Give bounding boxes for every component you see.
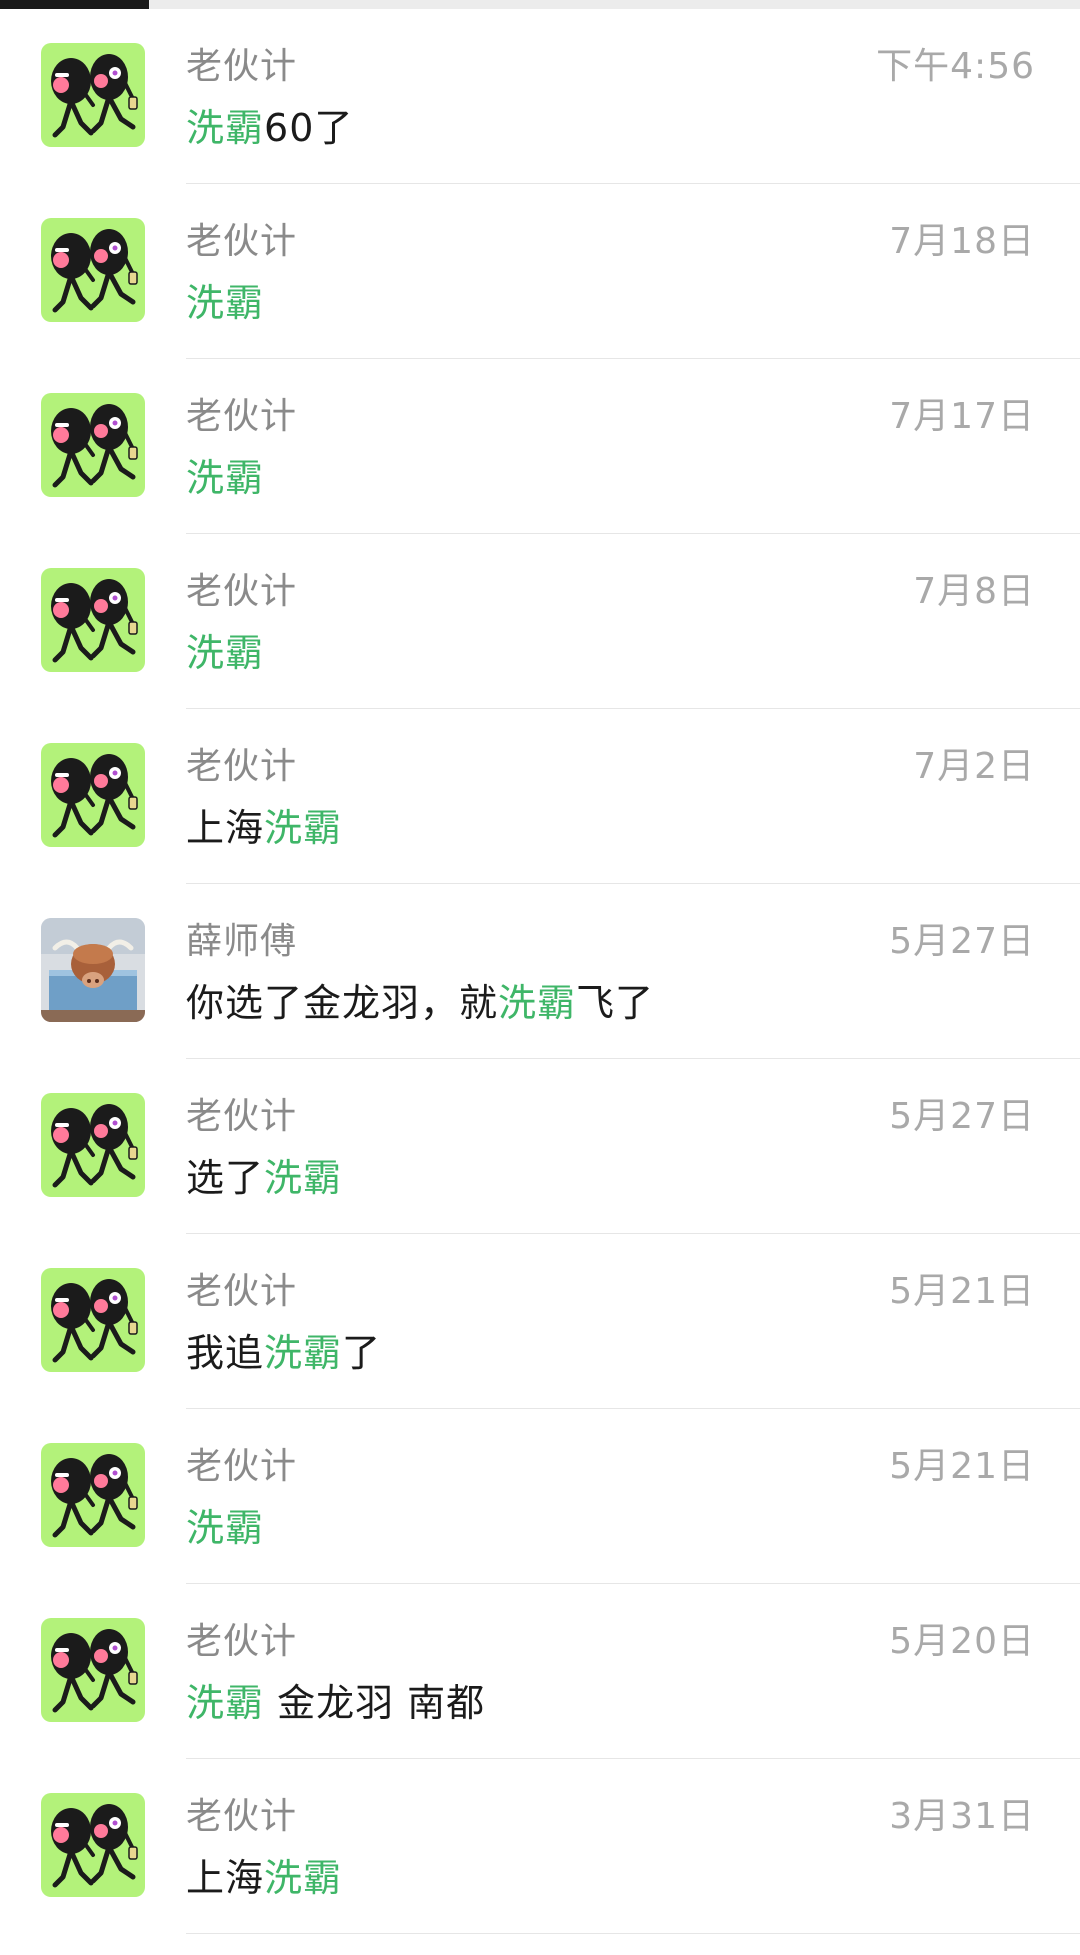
message-time: 下午4:56 — [876, 46, 1035, 87]
keyword-highlight: 洗霸 — [186, 281, 265, 325]
scroll-progress-bar — [0, 0, 1080, 9]
keyword-highlight: 洗霸 — [264, 806, 343, 850]
cartoon-friends-icon — [41, 218, 145, 322]
chat-result-row[interactable]: 老伙计 5月20日洗霸 金龙羽 南都 — [0, 1584, 1080, 1759]
contact-name: 老伙计 — [186, 1096, 298, 1137]
avatar — [41, 43, 145, 147]
chat-result-row[interactable]: 老伙计 7月18日洗霸 — [0, 184, 1080, 359]
chat-result-row[interactable]: 老伙计 5月21日洗霸 — [0, 1409, 1080, 1584]
message-text: 了 — [342, 1331, 382, 1375]
message-text: 60了 — [264, 106, 354, 150]
cartoon-friends-icon — [41, 43, 145, 147]
keyword-highlight: 洗霸 — [186, 106, 265, 150]
chat-result-row[interactable]: 薛师傅 5月27日你选了金龙羽，就洗霸飞了 — [0, 884, 1080, 1059]
contact-name: 老伙计 — [186, 221, 298, 262]
message-time: 7月2日 — [913, 746, 1035, 787]
chat-result-row[interactable]: 老伙计 7月17日洗霸 — [0, 359, 1080, 534]
contact-name: 老伙计 — [186, 746, 298, 787]
chat-result-row[interactable]: 老伙计 7月8日洗霸 — [0, 534, 1080, 709]
avatar — [41, 1443, 145, 1547]
message-time: 3月31日 — [889, 1796, 1035, 1837]
avatar — [41, 1793, 145, 1897]
keyword-highlight: 洗霸 — [186, 631, 265, 675]
cartoon-friends-icon — [41, 1793, 145, 1897]
contact-name: 老伙计 — [186, 1271, 298, 1312]
message-preview: 洗霸60了 — [186, 103, 353, 153]
message-time: 7月18日 — [889, 221, 1035, 262]
message-time: 5月27日 — [889, 921, 1035, 962]
scroll-progress-fill — [0, 0, 150, 9]
cartoon-friends-icon — [41, 743, 145, 847]
message-preview: 选了洗霸 — [186, 1153, 342, 1203]
message-time: 7月17日 — [889, 396, 1035, 437]
keyword-highlight: 洗霸 — [186, 456, 265, 500]
contact-name: 老伙计 — [186, 571, 298, 612]
avatar — [41, 743, 145, 847]
cartoon-friends-icon — [41, 393, 145, 497]
message-preview: 你选了金龙羽，就洗霸飞了 — [186, 978, 654, 1028]
cartoon-friends-icon — [41, 1443, 145, 1547]
message-text: 上海 — [186, 806, 265, 850]
avatar — [41, 393, 145, 497]
message-time: 7月8日 — [913, 571, 1035, 612]
keyword-highlight: 洗霸 — [186, 1506, 265, 1550]
avatar — [41, 1093, 145, 1197]
contact-name: 老伙计 — [186, 46, 298, 87]
keyword-highlight: 洗霸 — [264, 1331, 343, 1375]
message-time: 5月20日 — [889, 1621, 1035, 1662]
message-preview: 上海洗霸 — [186, 803, 342, 853]
chat-result-row[interactable]: 老伙计 7月2日上海洗霸 — [0, 709, 1080, 884]
cartoon-friends-icon — [41, 1618, 145, 1722]
message-text: 你选了金龙羽，就 — [186, 981, 499, 1025]
message-text: 选了 — [186, 1156, 265, 1200]
message-text: 上海 — [186, 1856, 265, 1900]
contact-name: 老伙计 — [186, 1446, 298, 1487]
message-preview: 洗霸 — [186, 453, 264, 503]
cartoon-friends-icon — [41, 1268, 145, 1372]
message-preview: 上海洗霸 — [186, 1853, 342, 1903]
contact-name: 老伙计 — [186, 396, 298, 437]
avatar — [41, 568, 145, 672]
avatar — [41, 218, 145, 322]
message-text: 飞了 — [576, 981, 655, 1025]
message-text: 我追 — [186, 1331, 265, 1375]
contact-name: 薛师傅 — [186, 921, 298, 962]
keyword-highlight: 洗霸 — [186, 1681, 265, 1725]
keyword-highlight: 洗霸 — [264, 1856, 343, 1900]
contact-name: 老伙计 — [186, 1621, 298, 1662]
message-time: 5月27日 — [889, 1096, 1035, 1137]
search-result-list: 老伙计 下午4:56 洗霸60了 老伙计 7月18日 洗霸 老伙计 7月17日 洗霸 — [0, 9, 1080, 1934]
highland-cow-icon — [41, 918, 145, 1022]
cartoon-friends-icon — [41, 568, 145, 672]
chat-result-row[interactable]: 老伙计 5月27日选了洗霸 — [0, 1059, 1080, 1234]
chat-result-row[interactable]: 老伙计 3月31日上海洗霸 — [0, 1759, 1080, 1934]
message-preview: 洗霸 — [186, 628, 264, 678]
message-preview: 洗霸 — [186, 1503, 264, 1553]
divider — [186, 1933, 1080, 1934]
message-text: 金龙羽 南都 — [264, 1681, 486, 1725]
message-preview: 我追洗霸了 — [186, 1328, 381, 1378]
cartoon-friends-icon — [41, 1093, 145, 1197]
avatar — [41, 918, 145, 1022]
avatar — [41, 1618, 145, 1722]
contact-name: 老伙计 — [186, 1796, 298, 1837]
message-preview: 洗霸 — [186, 278, 264, 328]
avatar — [41, 1268, 145, 1372]
message-time: 5月21日 — [889, 1446, 1035, 1487]
message-preview: 洗霸 金龙羽 南都 — [186, 1678, 485, 1728]
chat-result-row[interactable]: 老伙计 下午4:56 洗霸60了 — [0, 9, 1080, 184]
message-time: 5月21日 — [889, 1271, 1035, 1312]
chat-result-row[interactable]: 老伙计 5月21日我追洗霸了 — [0, 1234, 1080, 1409]
keyword-highlight: 洗霸 — [264, 1156, 343, 1200]
keyword-highlight: 洗霸 — [498, 981, 577, 1025]
